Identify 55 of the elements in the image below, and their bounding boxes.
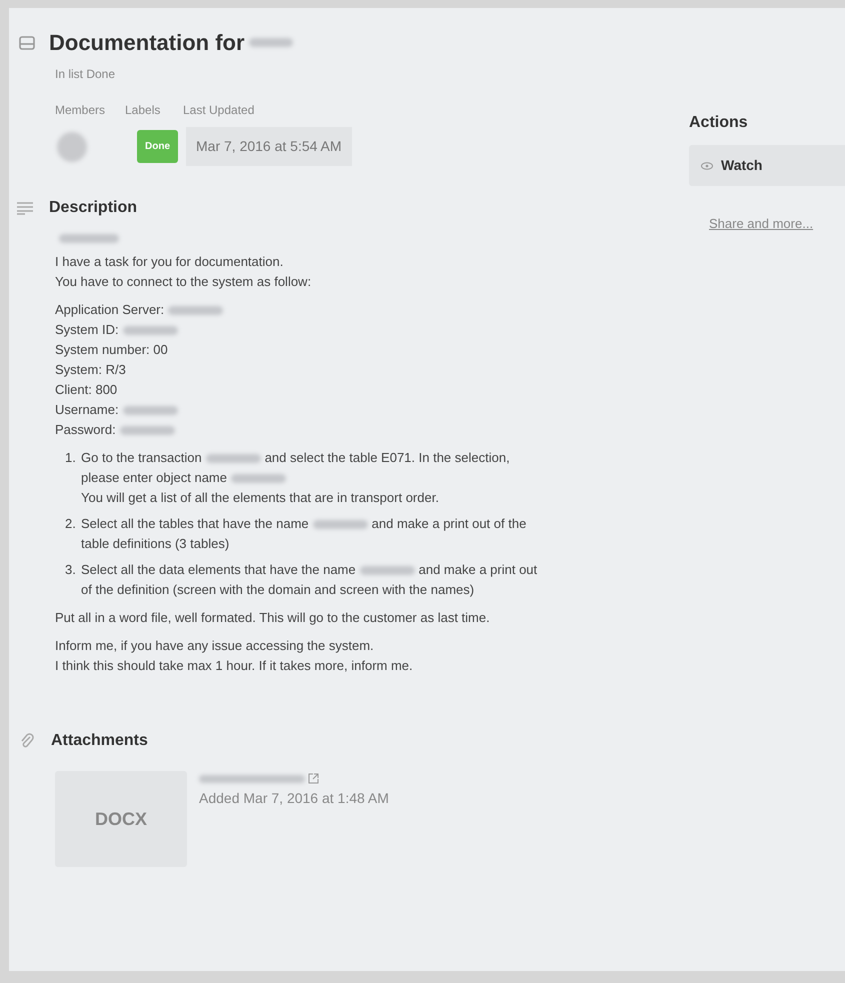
redacted-mark bbox=[59, 234, 119, 243]
description-text: I think this should take max 1 hour. If it takes more, inform me. bbox=[55, 657, 413, 675]
list-number: 1. bbox=[65, 449, 77, 467]
card-icon bbox=[19, 36, 35, 50]
redacted-mark bbox=[122, 326, 178, 334]
description-text: Go to the transaction bbox=[81, 449, 202, 467]
description-text: and make a print out bbox=[418, 561, 538, 579]
label-chip[interactable]: Done bbox=[137, 130, 178, 163]
description-text: System ID: bbox=[55, 321, 119, 339]
share-link[interactable]: Share and more... bbox=[689, 214, 845, 234]
description-text: Put all in a word file, well formated. This will go to the customer as last time. bbox=[55, 609, 490, 627]
description-text: You will get a list of all the elements that are in transport order. bbox=[81, 489, 439, 507]
redacted-mark bbox=[120, 426, 175, 434]
redacted-mark bbox=[360, 566, 415, 574]
description-text: System: R/3 bbox=[55, 361, 126, 379]
list-name: In list Done bbox=[55, 66, 116, 83]
meta-heading: Labels bbox=[125, 102, 162, 119]
paperclip-icon bbox=[19, 733, 35, 749]
sidebar-heading: Actions bbox=[689, 113, 749, 133]
list-number: 2. bbox=[65, 515, 77, 533]
redacted-mark bbox=[122, 406, 178, 414]
description-text: Select all the tables that have the name bbox=[81, 515, 309, 533]
redacted-mark bbox=[312, 520, 368, 528]
description-text: Password: bbox=[55, 421, 116, 439]
attachment-thumbnail[interactable]: DOCX bbox=[55, 771, 187, 867]
redacted-mark bbox=[230, 474, 286, 482]
description-text: and select the table E071. In the selection, bbox=[264, 449, 510, 467]
watch-button[interactable]: Watch bbox=[689, 145, 845, 186]
description-text: table definitions (3 tables) bbox=[81, 535, 230, 553]
attachment-date: Added Mar 7, 2016 at 1:48 AM bbox=[199, 789, 389, 808]
meta-heading: Members bbox=[55, 102, 106, 119]
description-text: Application Server: bbox=[55, 301, 164, 319]
date-field: Mar 7, 2016 at 5:54 AM bbox=[186, 127, 352, 166]
meta-heading: Last Updated bbox=[183, 102, 254, 119]
section-heading: Description bbox=[49, 198, 138, 218]
description-text: You have to connect to the system as follow: bbox=[55, 273, 312, 291]
description-text: Username: bbox=[55, 401, 119, 419]
description-text: and make a print out of the bbox=[372, 515, 526, 533]
section-heading: Attachments bbox=[51, 731, 148, 751]
redacted-mark bbox=[168, 306, 224, 314]
redacted-mark bbox=[248, 38, 293, 47]
description-icon bbox=[17, 201, 33, 215]
description-text: System number: 00 bbox=[55, 341, 168, 359]
redacted-mark bbox=[206, 454, 261, 462]
member-avatar[interactable] bbox=[57, 132, 87, 162]
description-text: I have a task for you for documentation. bbox=[55, 253, 284, 271]
card-title: Documentation for bbox=[49, 29, 245, 57]
description-text: of the definition (screen with the domain and screen with the names) bbox=[81, 581, 474, 599]
description-text: Select all the data elements that have the name bbox=[81, 561, 356, 579]
description-text: Inform me, if you have any issue accessing the system. bbox=[55, 637, 374, 655]
description-text: please enter object name bbox=[81, 469, 227, 487]
external-link-icon[interactable] bbox=[308, 773, 319, 784]
description-text: Client: 800 bbox=[55, 381, 118, 399]
list-number: 3. bbox=[65, 561, 77, 579]
eye-icon bbox=[701, 162, 713, 170]
